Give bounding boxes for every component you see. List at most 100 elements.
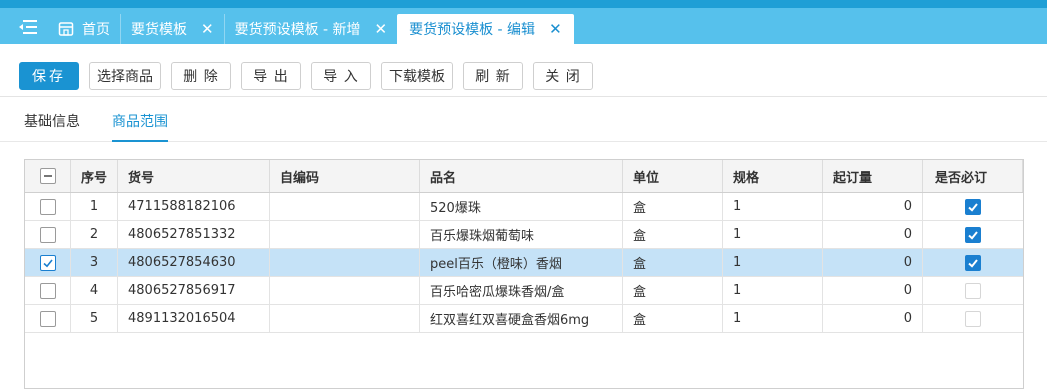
- cell-required: [923, 221, 1023, 248]
- home-icon: [58, 21, 74, 37]
- tab-bar-stripe: [0, 0, 1047, 8]
- column-header-unit[interactable]: 单位: [623, 160, 723, 192]
- cell-spec: 1: [723, 277, 823, 304]
- required-checkbox[interactable]: [965, 282, 981, 299]
- cell-required: [923, 277, 1023, 304]
- table-row[interactable]: 2 4806527851332 百乐爆珠烟葡萄味 盒 1 0: [25, 221, 1023, 249]
- cell-unit: 盒: [623, 193, 723, 220]
- row-checkbox[interactable]: [39, 198, 56, 215]
- cell-required: [923, 193, 1023, 220]
- row-checkbox[interactable]: [39, 226, 56, 243]
- tab-goods-scope[interactable]: 商品范围: [112, 111, 168, 142]
- table-header: 序号 货号 自编码 品名 单位 规格 起订量 是否必订: [25, 160, 1023, 193]
- cell-seq: 4: [71, 277, 118, 304]
- close-icon[interactable]: ✕: [201, 21, 214, 37]
- cell-seq: 3: [71, 249, 118, 276]
- row-checkbox[interactable]: [39, 254, 56, 271]
- cell-code: 4891132016504: [118, 305, 270, 332]
- tab-bar: 首页 要货模板 ✕ 要货预设模板 - 新增 ✕ 要货预设模板 - 编辑 ✕: [0, 0, 1047, 44]
- table-row[interactable]: 1 4711588182106 520爆珠 盒 1 0: [25, 193, 1023, 221]
- save-button[interactable]: 保存: [19, 62, 79, 90]
- row-checkbox[interactable]: [39, 310, 56, 327]
- tab-label: 要货模板: [131, 22, 187, 38]
- tab-preset-template-new[interactable]: 要货预设模板 - 新增 ✕: [223, 14, 398, 44]
- tab-label: 要货预设模板 - 新增: [234, 22, 361, 38]
- cell-min-qty[interactable]: 0: [823, 249, 923, 276]
- required-checkbox[interactable]: [965, 254, 981, 271]
- cell-unit: 盒: [623, 221, 723, 248]
- required-checkbox[interactable]: [965, 198, 981, 215]
- export-button[interactable]: 导 出: [241, 62, 301, 90]
- cell-min-qty[interactable]: 0: [823, 305, 923, 332]
- column-header-self-code[interactable]: 自编码: [270, 160, 420, 192]
- column-header-seq[interactable]: 序号: [71, 160, 118, 192]
- table-row[interactable]: 5 4891132016504 红双喜红双喜硬盒香烟6mg 盒 1 0: [25, 305, 1023, 333]
- cell-spec: 1: [723, 193, 823, 220]
- cell-self-code[interactable]: [270, 305, 420, 332]
- menu-collapse-icon: [18, 19, 38, 39]
- menu-toggle-button[interactable]: [0, 14, 56, 44]
- cell-unit: 盒: [623, 249, 723, 276]
- goods-table: 序号 货号 自编码 品名 单位 规格 起订量 是否必订 1 4711588182…: [24, 159, 1024, 389]
- tab-order-template[interactable]: 要货模板 ✕: [120, 14, 224, 44]
- download-template-button[interactable]: 下载模板: [381, 62, 453, 90]
- column-header-code[interactable]: 货号: [118, 160, 270, 192]
- import-button[interactable]: 导 入: [311, 62, 371, 90]
- cell-min-qty[interactable]: 0: [823, 221, 923, 248]
- cell-spec: 1: [723, 249, 823, 276]
- cell-unit: 盒: [623, 305, 723, 332]
- cell-seq: 2: [71, 221, 118, 248]
- cell-spec: 1: [723, 221, 823, 248]
- cell-min-qty[interactable]: 0: [823, 193, 923, 220]
- cell-min-qty[interactable]: 0: [823, 277, 923, 304]
- close-icon[interactable]: ✕: [375, 21, 388, 37]
- table-row[interactable]: 3 4806527854630 peel百乐（橙味）香烟 盒 1 0: [25, 249, 1023, 277]
- select-goods-button[interactable]: 选择商品: [89, 62, 161, 90]
- close-icon[interactable]: ✕: [549, 21, 562, 37]
- column-header-spec[interactable]: 规格: [723, 160, 823, 192]
- cell-self-code[interactable]: [270, 249, 420, 276]
- required-checkbox[interactable]: [965, 310, 981, 327]
- toolbar: 保存 选择商品 删 除 导 出 导 入 下载模板 刷 新 关 闭: [0, 54, 1047, 97]
- column-header-min-qty[interactable]: 起订量: [823, 160, 923, 192]
- row-checkbox-cell: [25, 277, 71, 304]
- cell-code: 4806527854630: [118, 249, 270, 276]
- cell-self-code[interactable]: [270, 277, 420, 304]
- column-header-name[interactable]: 品名: [420, 160, 623, 192]
- row-checkbox-cell: [25, 305, 71, 332]
- cell-self-code[interactable]: [270, 221, 420, 248]
- select-all-checkbox[interactable]: [39, 168, 56, 184]
- table-row[interactable]: 4 4806527856917 百乐哈密瓜爆珠香烟/盒 盒 1 0: [25, 277, 1023, 305]
- column-header-required[interactable]: 是否必订: [923, 160, 1023, 192]
- tab-preset-template-edit[interactable]: 要货预设模板 - 编辑 ✕: [397, 14, 574, 44]
- cell-required: [923, 305, 1023, 332]
- cell-name: 百乐哈密瓜爆珠香烟/盒: [420, 277, 623, 304]
- close-button[interactable]: 关 闭: [533, 62, 593, 90]
- refresh-button[interactable]: 刷 新: [463, 62, 523, 90]
- row-checkbox-cell: [25, 193, 71, 220]
- cell-code: 4711588182106: [118, 193, 270, 220]
- cell-name: 红双喜红双喜硬盒香烟6mg: [420, 305, 623, 332]
- tab-label: 首页: [82, 22, 110, 38]
- tab-basic-info[interactable]: 基础信息: [24, 111, 80, 142]
- cell-seq: 1: [71, 193, 118, 220]
- delete-button[interactable]: 删 除: [171, 62, 231, 90]
- header-checkbox-cell: [25, 160, 71, 192]
- tab-home[interactable]: 首页: [56, 14, 120, 44]
- cell-seq: 5: [71, 305, 118, 332]
- tab-label: 要货预设模板 - 编辑: [409, 22, 536, 38]
- cell-spec: 1: [723, 305, 823, 332]
- cell-unit: 盒: [623, 277, 723, 304]
- tab-strip: 首页 要货模板 ✕ 要货预设模板 - 新增 ✕ 要货预设模板 - 编辑 ✕: [0, 14, 574, 44]
- required-checkbox[interactable]: [965, 226, 981, 243]
- row-checkbox-cell: [25, 249, 71, 276]
- row-checkbox-cell: [25, 221, 71, 248]
- cell-self-code[interactable]: [270, 193, 420, 220]
- row-checkbox[interactable]: [39, 282, 56, 299]
- cell-code: 4806527851332: [118, 221, 270, 248]
- cell-name: 百乐爆珠烟葡萄味: [420, 221, 623, 248]
- sub-tabs: 基础信息 商品范围: [0, 98, 1047, 142]
- cell-code: 4806527856917: [118, 277, 270, 304]
- cell-required: [923, 249, 1023, 276]
- cell-name: 520爆珠: [420, 193, 623, 220]
